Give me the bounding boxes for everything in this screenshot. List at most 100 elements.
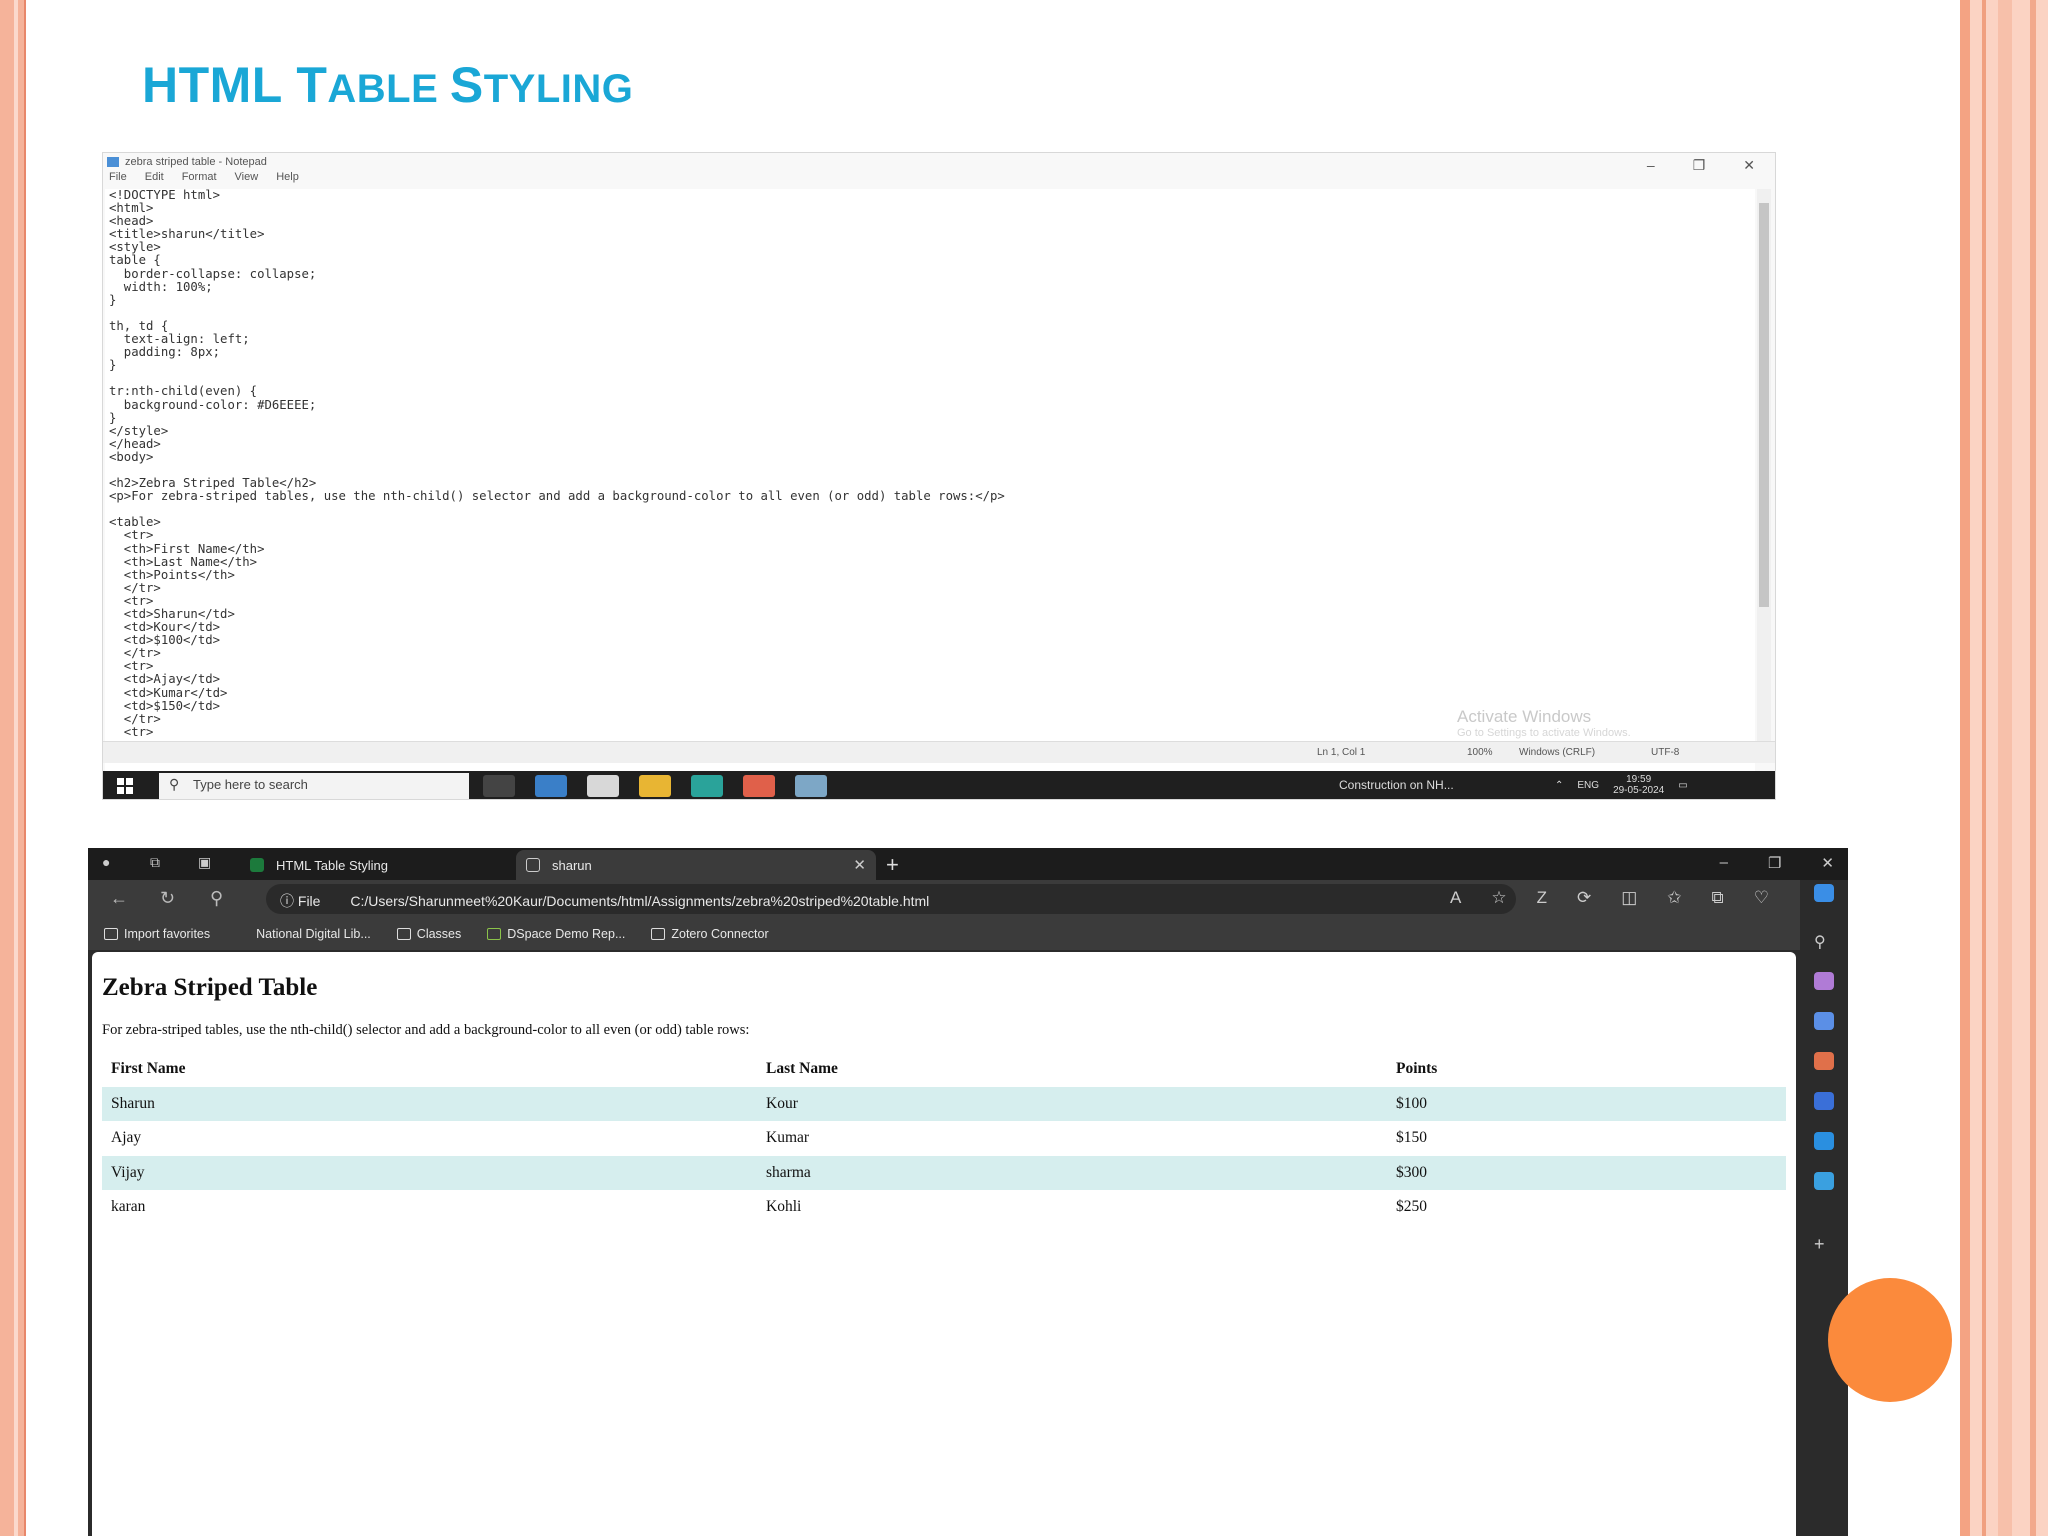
web-page-content: Zebra Striped Table For zebra-striped ta… [92,952,1796,1536]
news-widget[interactable]: Construction on NH... [1339,778,1454,792]
table-cell: karan [111,1198,146,1216]
add-icon[interactable]: + [1814,1234,1834,1254]
notepad-scrollbar[interactable] [1757,189,1771,741]
drop-icon[interactable] [1814,1172,1834,1190]
url-input[interactable]: ⓘ File C:/Users/Sharunmeet%20Kaur/Docume… [266,884,1516,914]
browser-essentials-icon[interactable]: ♡ [1754,888,1769,908]
camera-app-icon[interactable] [587,775,619,797]
column-header: First Name [111,1060,186,1078]
close-icon[interactable]: ✕ [1821,854,1834,872]
collections-icon[interactable]: ⧉ [1712,888,1724,908]
back-icon[interactable]: ← [110,888,128,909]
close-icon[interactable]: ✕ [1743,157,1755,174]
refresh-icon[interactable]: ↻ [160,888,175,909]
folder-icon[interactable] [639,775,671,797]
slide-left-border [0,0,26,1536]
table-cell: Vijay [111,1163,145,1181]
zebra-table: First Name Last Name Points Sharun Kour … [102,1052,1786,1225]
table-cell: $100 [1396,1094,1427,1112]
column-header: Points [1396,1060,1438,1078]
zoom-level: 100% [1467,747,1493,758]
table-row: Ajay Kumar $150 [102,1121,1786,1156]
notepad-statusbar: Ln 1, Col 1 100% Windows (CRLF) UTF-8 [103,741,1775,763]
notepad-titlebar: zebra striped table - Notepad [103,153,1775,171]
file-explorer-icon[interactable] [535,775,567,797]
page-intro: For zebra-striped tables, use the nth-ch… [102,1022,750,1038]
search-icon[interactable]: ⚲ [210,888,223,909]
zotero-icon[interactable]: Z [1537,888,1547,908]
table-row: karan Kohli $250 [102,1190,1786,1225]
page-heading: Zebra Striped Table [102,974,318,1001]
tab-sharun[interactable]: sharun ✕ [516,850,876,880]
menu-format[interactable]: Format [182,171,217,187]
notepad-icon [107,157,119,167]
minimize-icon[interactable]: – [1647,157,1655,174]
chevron-up-icon[interactable]: ⌃ [1555,780,1563,791]
split-screen-icon[interactable]: ◫ [1621,888,1637,908]
microsoft365-icon[interactable] [1814,1092,1834,1110]
table-cell: $150 [1396,1129,1427,1147]
tab-actions-icon[interactable]: ▣ [198,854,218,874]
table-cell: $300 [1396,1163,1427,1181]
address-bar-row: ← ↻ ⚲ ⓘ File C:/Users/Sharunmeet%20Kaur/… [88,880,1816,918]
read-aloud-icon[interactable]: A [1450,888,1461,908]
table-row: Vijay sharma $300 [102,1155,1786,1190]
notepad-menubar: File Edit Format View Help [103,171,1775,187]
table-header-row: First Name Last Name Points [102,1052,1786,1087]
fav-zotero-connector[interactable]: Zotero Connector [651,927,769,941]
maximize-icon[interactable]: ❐ [1768,854,1781,872]
profile-avatar-icon[interactable]: ● [102,854,122,874]
tab-close-icon[interactable]: ✕ [853,856,866,874]
table-cell: $250 [1396,1198,1427,1216]
table-cell: Kohli [766,1198,802,1216]
copilot-icon[interactable] [1814,884,1834,902]
fav-dspace-demo[interactable]: DSpace Demo Rep... [487,927,625,941]
extension-icon[interactable]: ⟳ [1577,888,1591,908]
notifications-icon[interactable]: ▭ [1678,780,1687,791]
favorite-star-icon[interactable]: ☆ [1491,888,1506,908]
table-cell: Sharun [111,1094,155,1112]
tab-favicon [250,858,264,872]
fav-import-favorites[interactable]: Import favorites [104,927,210,941]
taskbar-search-box[interactable]: ⚲ Type here to search [159,773,469,799]
slide-right-border [1960,0,2048,1536]
table-cell: Kour [766,1094,798,1112]
taskbar-clock[interactable]: 19:59 29-05-2024 [1613,774,1664,796]
url-scheme-label: File [297,893,321,909]
maximize-icon[interactable]: ❐ [1693,157,1706,174]
tools-icon[interactable] [1814,972,1834,990]
task-view-icon[interactable] [483,775,515,797]
browser-tab-bar: ● ⧉ ▣ HTML Table Styling ✕ sharun ✕ + – … [88,848,1848,880]
minimize-icon[interactable]: – [1720,854,1728,872]
fav-classes[interactable]: Classes [396,927,461,941]
menu-file[interactable]: File [109,171,127,187]
notepad-taskbar-icon[interactable] [795,775,827,797]
language-indicator[interactable]: ENG [1577,780,1599,791]
menu-view[interactable]: View [235,171,259,187]
edge-browser-icon[interactable] [691,775,723,797]
favorites-bar: Import favorites National Digital Lib...… [88,918,1800,950]
outlook-icon[interactable] [1814,1132,1834,1150]
slide-left-border-stripe [14,0,18,1536]
favorites-icon[interactable]: ✩ [1667,888,1681,908]
edge-sidebar: ⚲ + [1800,880,1848,1536]
windows-start-icon[interactable] [117,778,133,794]
fav-national-digital-lib[interactable]: National Digital Lib... [236,927,371,941]
table-cell: Kumar [766,1129,810,1147]
activate-windows-watermark: Activate Windows Go to Settings to activ… [1457,707,1631,739]
office-app-icon[interactable] [743,775,775,797]
workspaces-icon[interactable]: ⧉ [150,854,170,874]
notepad-window-screenshot: zebra striped table - Notepad – ❐ ✕ File… [102,152,1776,800]
new-tab-icon[interactable]: + [886,852,899,878]
shopping-icon[interactable] [1814,1012,1834,1030]
info-icon: ⓘ [280,893,294,909]
search-icon[interactable]: ⚲ [1814,932,1834,951]
url-text: C:/Users/Sharunmeet%20Kaur/Documents/htm… [350,893,930,909]
games-icon[interactable] [1814,1052,1834,1070]
table-row: Sharun Kour $100 [102,1086,1786,1121]
encoding: UTF-8 [1651,747,1680,758]
html-source-code: <!DOCTYPE html> <html> <head> <title>sha… [109,189,1005,739]
file-icon [526,858,540,872]
menu-edit[interactable]: Edit [145,171,164,187]
menu-help[interactable]: Help [276,171,299,187]
